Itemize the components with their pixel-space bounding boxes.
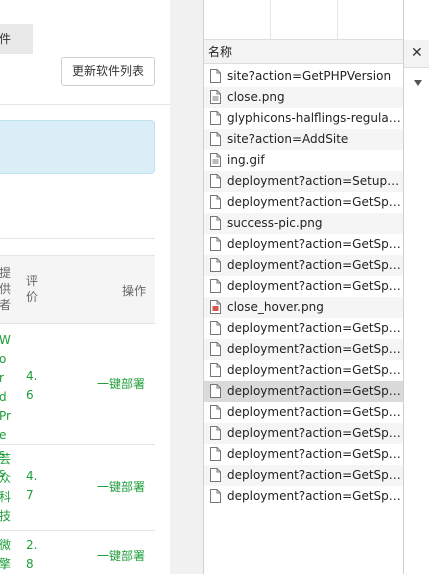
network-request-row[interactable]: deployment?action=SetupPac... [204, 171, 403, 192]
network-request-row[interactable]: ing.gif [204, 150, 403, 171]
network-request-row[interactable]: deployment?action=GetSpeed [204, 234, 403, 255]
request-name: deployment?action=GetSpeed [227, 258, 403, 272]
request-name: deployment?action=SetupPac... [227, 174, 403, 188]
doc-icon [210, 216, 221, 230]
doc-icon [210, 342, 221, 356]
doc-icon [210, 426, 221, 440]
doc-icon [210, 132, 221, 146]
divider [0, 238, 155, 239]
network-request-row[interactable]: close_hover.png [204, 297, 403, 318]
network-request-row[interactable]: deployment?action=GetSpeed [204, 318, 403, 339]
network-request-row[interactable]: deployment?action=GetSpeed [204, 276, 403, 297]
request-name: deployment?action=GetSpeed [227, 321, 403, 335]
request-name: deployment?action=GetSpeed [227, 342, 403, 356]
network-request-row[interactable]: glyphicons-halflings-regular.w... [204, 108, 403, 129]
network-request-row[interactable]: deployment?action=GetSpeed [204, 339, 403, 360]
deploy-button[interactable]: 一键部署 [97, 547, 145, 564]
network-request-row[interactable]: deployment?action=GetSpeed [204, 255, 403, 276]
doc-icon [210, 111, 221, 125]
network-request-row[interactable]: deployment?action=GetSpeed [204, 192, 403, 213]
rating-value: 4.7 [26, 469, 38, 502]
triangle-down-icon[interactable] [414, 80, 422, 86]
doc-icon [210, 447, 221, 461]
close-icon[interactable]: ✕ [411, 46, 423, 60]
update-software-list-button[interactable]: 更新软件列表 [61, 57, 155, 86]
doc-icon [210, 258, 221, 272]
network-request-row[interactable]: site?action=GetPHPVersion [204, 66, 403, 87]
col-rating: 评价 [26, 274, 39, 304]
image-icon [210, 153, 221, 167]
network-request-row[interactable]: success-pic.png [204, 213, 403, 234]
request-name: deployment?action=GetSpeed [227, 237, 403, 251]
request-name: deployment?action=GetSpeed [227, 384, 403, 398]
request-name: deployment?action=GetSpeed [227, 279, 403, 293]
request-name: glyphicons-halflings-regular.w... [227, 111, 403, 125]
table-row: WordPress 4.6 一键部署 [0, 324, 155, 480]
request-name: site?action=GetPHPVersion [227, 69, 392, 83]
table-row: 芸众科技 4.7 一键部署 [0, 445, 155, 531]
timeline-gridline [270, 0, 271, 40]
network-request-row[interactable]: deployment?action=GetSpeed [204, 444, 403, 465]
network-panel: 名称 site?action=GetPHPVersion close.png gly… [204, 0, 403, 574]
request-name: deployment?action=GetSpeed [227, 195, 403, 209]
network-request-row[interactable]: close.png [204, 87, 403, 108]
network-request-row[interactable]: site?action=AddSite [204, 129, 403, 150]
doc-icon [210, 321, 221, 335]
doc-icon [210, 489, 221, 503]
request-name: close_hover.png [227, 300, 324, 314]
network-request-row[interactable]: deployment?action=GetSpeed [204, 381, 403, 402]
request-name: close.png [227, 90, 285, 104]
network-request-row[interactable]: deployment?action=GetSpeed [204, 465, 403, 486]
doc-icon [210, 468, 221, 482]
network-request-row[interactable]: deployment?action=GetSpeed [204, 360, 403, 381]
doc-icon [210, 279, 221, 293]
request-name: deployment?action=GetSpeed [227, 468, 403, 482]
request-name: success-pic.png [227, 216, 323, 230]
doc-icon [210, 69, 221, 83]
request-name: deployment?action=GetSpeed [227, 363, 403, 377]
software-table: 提供者 评价 操作 WordPress 4.6 一键部署 芸众科技 4.7 一键… [0, 255, 155, 574]
col-provider: 提供者 [0, 266, 12, 312]
rating-value: 4.6 [26, 369, 38, 402]
divider [0, 104, 170, 105]
col-action: 操作 [122, 284, 147, 298]
info-alert [0, 120, 155, 174]
network-request-row[interactable]: deployment?action=GetSpeed [204, 423, 403, 444]
doc-icon [210, 195, 221, 209]
request-name: ing.gif [227, 153, 265, 167]
request-name: deployment?action=GetSpeed [227, 489, 403, 503]
image-icon [210, 90, 221, 104]
request-name: deployment?action=GetSpeed [227, 426, 403, 440]
red-image-icon [210, 300, 221, 314]
doc-icon [210, 174, 221, 188]
deploy-button[interactable]: 一键部署 [97, 478, 145, 495]
request-list: site?action=GetPHPVersion close.png glyphi… [204, 66, 403, 507]
request-name: deployment?action=GetSpeed [227, 447, 403, 461]
tab-software[interactable]: 件 [0, 24, 33, 54]
deploy-button[interactable]: 一键部署 [97, 375, 145, 392]
table-row: 微擎 2.8 一键部署 [0, 531, 155, 574]
detail-pane: ✕ [403, 0, 429, 574]
rating-value: 2.8 [26, 538, 38, 571]
network-request-row[interactable]: deployment?action=GetSpeed [204, 402, 403, 423]
timeline-gridline [337, 0, 338, 40]
doc-icon [210, 363, 221, 377]
table-header: 提供者 评价 操作 [0, 256, 155, 324]
provider-name[interactable]: 微擎 [0, 536, 11, 574]
doc-icon [210, 405, 221, 419]
request-name: site?action=AddSite [227, 132, 349, 146]
doc-icon [210, 384, 221, 398]
app-pane: 件 更新软件列表 提供者 评价 操作 WordPress 4.6 一键部署 芸众… [0, 0, 170, 574]
network-request-row[interactable]: deployment?action=GetSpeed [204, 486, 403, 507]
column-name-header[interactable]: 名称 [204, 40, 403, 64]
doc-icon [210, 237, 221, 251]
request-list-empty-area [204, 508, 403, 574]
network-timeline [204, 0, 403, 40]
pane-splitter[interactable] [170, 0, 204, 574]
provider-name[interactable]: 芸众科技 [0, 450, 11, 526]
request-name: deployment?action=GetSpeed [227, 405, 403, 419]
